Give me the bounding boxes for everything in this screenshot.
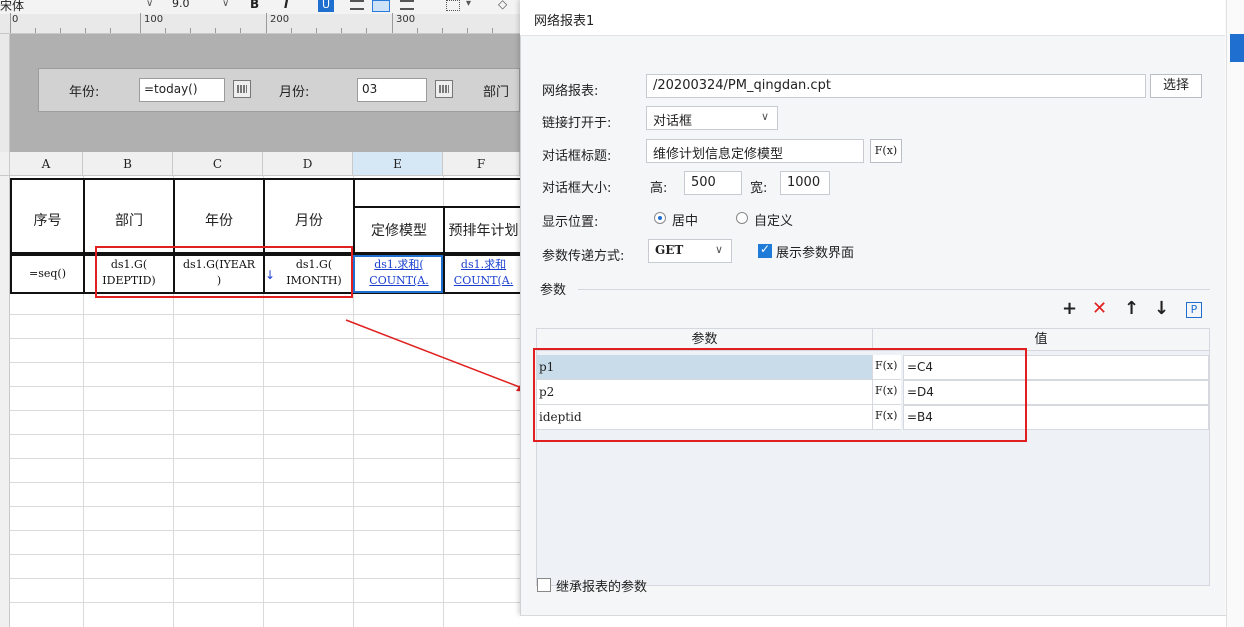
height-input[interactable]: 500 [684,171,742,195]
pointer-arrow [345,319,532,392]
dialog-title-label: 对话框标题: [542,149,612,164]
inherit-params-checkbox[interactable] [537,578,551,592]
vertical-ruler [0,34,10,152]
month-label: 月份: [279,85,310,100]
header-cell-plan[interactable]: 预排年计划 [447,220,520,240]
ruler-mark: 100 [144,14,164,25]
method-label: 参数传递方式: [542,249,625,264]
ruler-mark: 200 [270,14,290,25]
underline-button[interactable]: U [318,0,334,12]
align-right-icon[interactable] [400,0,414,10]
right-side-panel [1226,0,1244,627]
section-divider [578,289,1210,290]
params-section-label: 参数 [540,283,567,298]
dialog-title-input[interactable]: 维修计划信息定修模型 [646,139,864,163]
font-size-select[interactable]: 9.0 [172,0,190,10]
cell-f4-line2: COUNT(A. [453,274,514,287]
dialog-title: 网络报表1 [534,14,595,29]
ruler-mark: 300 [396,14,416,25]
sheet-grid-tail [520,615,1226,627]
plus-icon[interactable]: + [1062,298,1077,319]
formula-button[interactable]: F(x) [870,139,902,163]
highlight-box-cells [95,246,353,298]
dept-label: 部门 [483,85,510,100]
show-params-label[interactable]: 展示参数界面 [776,242,854,261]
side-edit-icon[interactable] [1230,34,1244,62]
align-left-icon[interactable] [350,0,364,10]
width-input[interactable]: 1000 [780,171,830,195]
arrow-up-icon[interactable]: ↑ [1124,298,1139,319]
arrow-down-icon[interactable]: ↓ [1154,298,1169,319]
header-cell-seq[interactable]: 序号 [12,210,83,230]
position-label: 显示位置: [542,215,599,230]
dialog-size-label: 对话框大小: [542,181,612,196]
italic-button[interactable]: I [284,0,288,11]
column-header-f[interactable]: F [443,152,520,176]
width-label: 宽: [750,181,768,196]
column-header-a[interactable]: A [10,152,83,176]
cell-e4-line2: COUNT(A. [369,274,429,287]
cell-f4-line1: ds1.求和 [460,258,507,271]
open-in-label: 链接打开于: [542,116,612,131]
chevron-down-icon: ∨ [714,243,723,256]
year-input[interactable]: =today() [139,78,225,102]
corner-cell[interactable] [0,152,10,176]
method-value: GET [655,243,684,257]
highlight-box-params [533,348,1027,442]
method-select[interactable]: GET ∨ [648,239,732,263]
header-cell-year[interactable]: 年份 [175,210,263,230]
column-header-d[interactable]: D [263,152,353,176]
position-center-radio[interactable] [654,212,666,224]
align-center-icon[interactable] [372,0,390,12]
font-name-select[interactable]: 宋体 [0,0,24,14]
year-label: 年份: [69,85,100,100]
delete-x-icon[interactable]: ✕ [1092,298,1107,319]
choose-button[interactable]: 选择 [1150,74,1202,98]
cell-e4[interactable]: ds1.求和( COUNT(A. [355,257,443,289]
column-header-c[interactable]: C [173,152,263,176]
calendar-icon[interactable] [233,80,251,98]
open-in-select[interactable]: 对话框 ∨ [646,106,778,130]
border-icon[interactable] [446,0,460,11]
chevron-down-icon[interactable]: ∨ [222,0,229,9]
column-header-b[interactable]: B [83,152,173,176]
calendar-icon[interactable] [435,80,453,98]
report-path-input[interactable]: /20200324/PM_qingdan.cpt [646,74,1146,98]
report-label: 网络报表: [542,84,599,99]
position-custom-radio[interactable] [736,212,748,224]
position-center-label[interactable]: 居中 [672,210,698,229]
parameter-box: 年份: =today() 月份: 03 部门 [38,68,520,112]
show-params-checkbox[interactable] [758,242,772,258]
cell-f4[interactable]: ds1.求和 COUNT(A. [447,257,520,289]
sheet-grid[interactable]: 序号 部门 年份 月份 定修模型 预排年计划 =seq() ds1.G( IDE… [0,176,520,627]
column-header-e[interactable]: E [353,152,443,176]
month-input[interactable]: 03 [357,78,427,102]
format-toolbar: 宋体 ∨ 9.0 ∨ B I U ▾ ◇ [0,0,520,14]
height-label: 高: [650,181,668,196]
chevron-down-icon: ∨ [760,110,769,123]
inherit-params-label[interactable]: 继承报表的参数 [556,576,647,595]
header-cell-model[interactable]: 定修模型 [355,220,443,240]
chevron-down-icon[interactable]: ▾ [466,0,471,9]
bold-button[interactable]: B [250,0,259,11]
ruler-mark: 0 [12,14,19,25]
parameter-p-icon[interactable]: P [1186,302,1202,318]
cell-a4[interactable]: =seq() [12,266,83,282]
row-header-strip [0,176,10,627]
chevron-down-icon[interactable]: ∨ [146,0,153,9]
open-in-value: 对话框 [653,114,693,129]
horizontal-ruler: 0 100 200 300 [0,13,520,34]
eraser-icon[interactable]: ◇ [498,0,507,11]
header-cell-month[interactable]: 月份 [265,210,353,230]
dialog-header [520,0,1225,36]
parameter-pane: 年份: =today() 月份: 03 部门 [0,34,520,152]
position-custom-label[interactable]: 自定义 [754,210,793,229]
header-cell-dept[interactable]: 部门 [85,210,173,230]
cell-e4-line1: ds1.求和( [374,258,424,271]
